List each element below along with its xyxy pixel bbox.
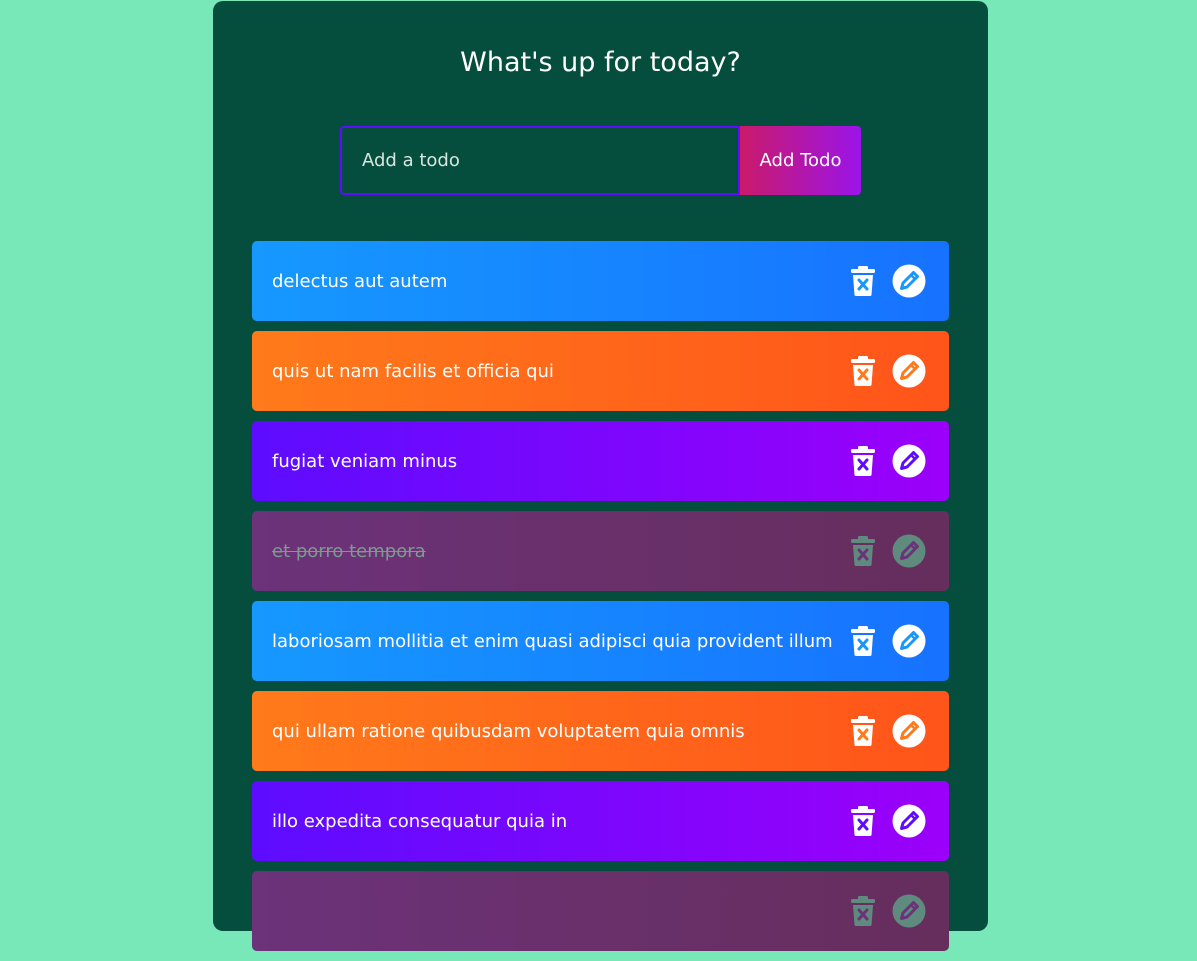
trash-x-icon[interactable] xyxy=(850,715,876,747)
todo-text[interactable]: qui ullam ratione quibusdam voluptatem q… xyxy=(272,721,745,742)
todo-text[interactable]: quis ut nam facilis et officia qui xyxy=(272,361,554,382)
edit-pencil-icon[interactable] xyxy=(892,444,926,478)
trash-x-icon[interactable] xyxy=(850,355,876,387)
todo-row[interactable] xyxy=(252,871,949,951)
todo-actions xyxy=(850,894,926,928)
trash-x-icon[interactable] xyxy=(850,445,876,477)
trash-x-icon[interactable] xyxy=(850,265,876,297)
todo-text[interactable]: illo expedita consequatur quia in xyxy=(272,811,567,832)
todo-input[interactable] xyxy=(340,126,740,195)
todo-actions xyxy=(850,534,926,568)
edit-pencil-icon[interactable] xyxy=(892,264,926,298)
edit-pencil-icon[interactable] xyxy=(892,894,926,928)
trash-x-icon[interactable] xyxy=(850,625,876,657)
todo-actions xyxy=(850,444,926,478)
todo-row[interactable]: fugiat veniam minus xyxy=(252,421,949,501)
todo-actions xyxy=(850,804,926,838)
todo-row[interactable]: quis ut nam facilis et officia qui xyxy=(252,331,949,411)
todo-text[interactable]: fugiat veniam minus xyxy=(272,451,457,472)
edit-pencil-icon[interactable] xyxy=(892,804,926,838)
todo-row[interactable]: laboriosam mollitia et enim quasi adipis… xyxy=(252,601,949,681)
edit-pencil-icon[interactable] xyxy=(892,534,926,568)
edit-pencil-icon[interactable] xyxy=(892,354,926,388)
todo-actions xyxy=(850,264,926,298)
todo-row[interactable]: illo expedita consequatur quia in xyxy=(252,781,949,861)
todo-actions xyxy=(850,354,926,388)
todo-row[interactable]: qui ullam ratione quibusdam voluptatem q… xyxy=(252,691,949,771)
todo-text[interactable]: laboriosam mollitia et enim quasi adipis… xyxy=(272,631,833,652)
todo-row[interactable]: delectus aut autem xyxy=(252,241,949,321)
todo-form: Add Todo xyxy=(340,126,861,196)
todo-row[interactable]: et porro tempora xyxy=(252,511,949,591)
page-title: What's up for today? xyxy=(460,47,741,78)
todo-list: delectus aut autem quis ut nam facilis et… xyxy=(252,241,949,961)
todo-text[interactable]: et porro tempora xyxy=(272,541,426,562)
trash-x-icon[interactable] xyxy=(850,535,876,567)
todo-app: What's up for today? Add Todo delectus a… xyxy=(213,1,988,951)
edit-pencil-icon[interactable] xyxy=(892,624,926,658)
todo-actions xyxy=(850,714,926,748)
todo-actions xyxy=(850,624,926,658)
add-todo-button[interactable]: Add Todo xyxy=(740,126,861,195)
trash-x-icon[interactable] xyxy=(850,895,876,927)
trash-x-icon[interactable] xyxy=(850,805,876,837)
todo-text[interactable]: delectus aut autem xyxy=(272,271,447,292)
edit-pencil-icon[interactable] xyxy=(892,714,926,748)
